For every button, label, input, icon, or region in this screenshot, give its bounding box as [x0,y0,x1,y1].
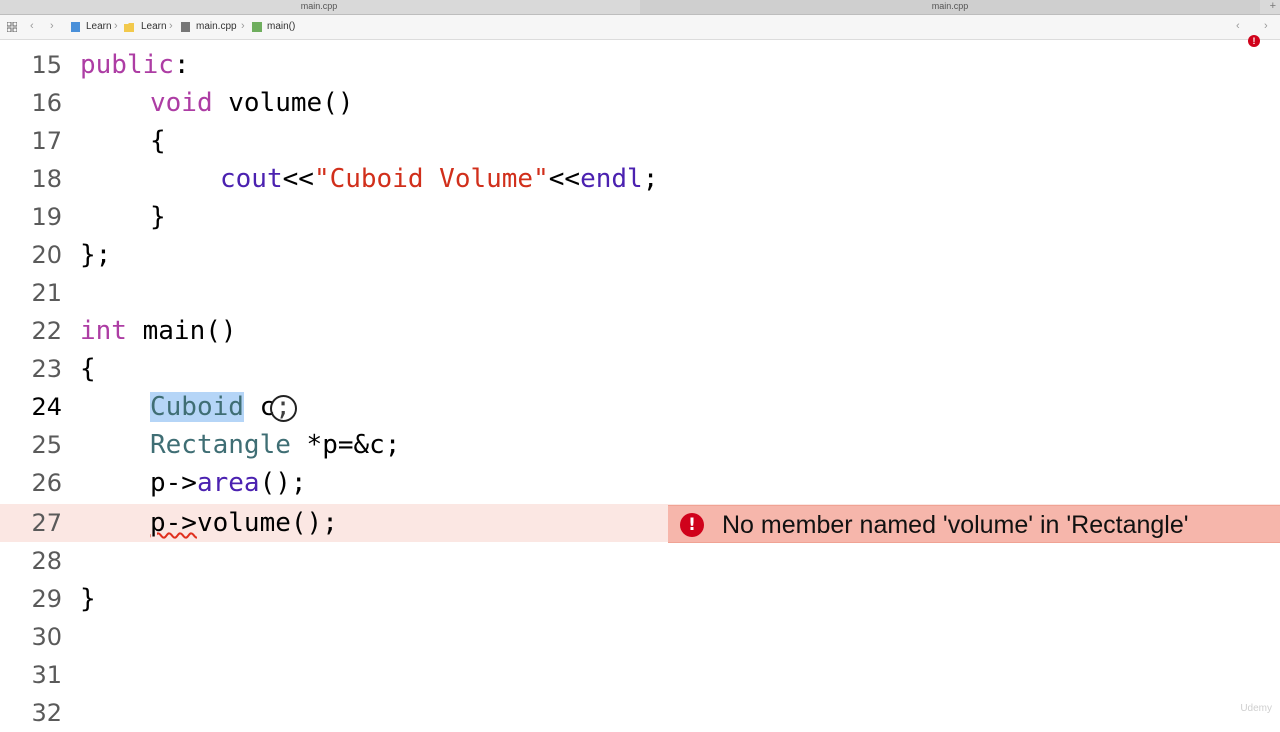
method-volume: volume [196,508,291,538]
error-icon: ! [680,513,704,537]
breadcrumb-function[interactable]: main() [267,20,295,34]
code-text: volume() [212,88,354,118]
error-message: No member named 'volume' in 'Rectangle' [722,511,1189,539]
operator: << [548,164,581,194]
code-line[interactable]: 31 [0,656,1280,694]
breadcrumb-separator: › [169,20,173,32]
type-rectangle: Rectangle [150,430,291,460]
code-text: : [173,50,190,80]
code-line[interactable]: 16 void volume() [0,84,1280,122]
code-line[interactable]: 18 cout<<"Cuboid Volume"<<endl; [0,160,1280,198]
jump-bar: ‹ › Learn › Learn › main.cpp › main() ‹ … [0,15,1280,47]
code-line[interactable]: 19 } [0,198,1280,236]
code-line[interactable]: 21 [0,274,1280,312]
method-area: area [196,468,260,498]
code-line[interactable]: 26 p->area(); [0,464,1280,502]
project-icon [71,22,80,32]
forward-icon[interactable]: › [50,19,54,33]
code-line[interactable]: 32 [0,694,1280,732]
code-text: *p=&c; [290,430,401,460]
identifier-p: p-> [150,468,197,498]
code-text: main() [126,316,237,346]
code-line-current[interactable]: 24 Cuboid c; [0,388,1280,426]
line-number: 26 [31,469,62,497]
code-line[interactable]: 15 public: [0,46,1280,84]
code-line[interactable]: 25 Rectangle *p=&c; [0,426,1280,464]
line-number: 27 [31,509,62,537]
code-text: (); [290,508,338,538]
error-banner[interactable]: ! No member named 'volume' in 'Rectangle… [668,505,1280,543]
line-number: 18 [31,165,62,193]
next-issue-icon[interactable]: › [1264,19,1268,33]
breadcrumb-folder[interactable]: Learn [141,20,167,34]
line-number: 23 [31,355,62,383]
code-editor[interactable]: 15 public: 16 void volume() 17 { 18 cout… [0,40,1280,727]
identifier-p: p-> [150,508,197,538]
identifier-cout: cout [220,164,283,194]
line-number: 25 [31,431,62,459]
code-line[interactable]: 22 int main() [0,312,1280,350]
line-number: 28 [31,547,62,575]
cpp-file-icon [181,22,190,32]
line-number: 20 [31,241,62,269]
tab-main-cpp-left[interactable]: main.cpp [0,0,638,14]
line-number: 29 [31,585,62,613]
breadcrumb-separator: › [241,20,245,32]
line-number: 15 [31,51,62,79]
watermark-logo: Udemy [1240,703,1272,714]
keyword-int: int [80,316,127,346]
breadcrumb-separator: › [114,20,118,32]
code-text: }; [80,240,112,270]
code-line[interactable]: 28 [0,542,1280,580]
code-text: (); [259,468,307,498]
line-number: 16 [31,89,62,117]
code-line[interactable]: 20 }; [0,236,1280,274]
code-text: } [150,202,166,232]
function-icon [252,22,262,32]
folder-icon [124,23,134,32]
line-number: 19 [31,203,62,231]
code-text: ; [642,164,659,194]
grid-icon[interactable] [7,22,17,32]
line-number: 31 [31,661,62,689]
keyword-void: void [150,88,213,118]
code-line[interactable]: 23 { [0,350,1280,388]
prev-issue-icon[interactable]: ‹ [1236,19,1240,33]
code-line[interactable]: 29 } [0,580,1280,618]
line-number: 32 [31,699,62,727]
tab-bar: main.cpp main.cpp + [0,0,1280,15]
line-number: 22 [31,317,62,345]
code-line[interactable]: 30 [0,618,1280,656]
breadcrumb-file[interactable]: main.cpp [196,20,237,34]
operator: << [282,164,314,194]
code-line[interactable]: 17 { [0,122,1280,160]
line-number: 17 [31,127,62,155]
string-literal: "Cuboid Volume" [313,164,549,194]
line-number: 21 [31,279,62,307]
code-text: { [150,126,166,156]
back-icon[interactable]: ‹ [30,19,34,33]
breadcrumb-project[interactable]: Learn [86,20,112,34]
line-number: 30 [31,623,62,651]
keyword-public: public [80,50,174,80]
add-tab-button[interactable]: + [1270,0,1276,12]
cursor-icon [270,395,297,422]
tab-main-cpp-right[interactable]: main.cpp [640,0,1260,14]
line-number: 24 [31,393,62,421]
type-cuboid-selected: Cuboid [150,392,244,422]
identifier-endl: endl [580,164,643,194]
code-text: } [80,584,96,614]
code-text: { [80,354,96,384]
